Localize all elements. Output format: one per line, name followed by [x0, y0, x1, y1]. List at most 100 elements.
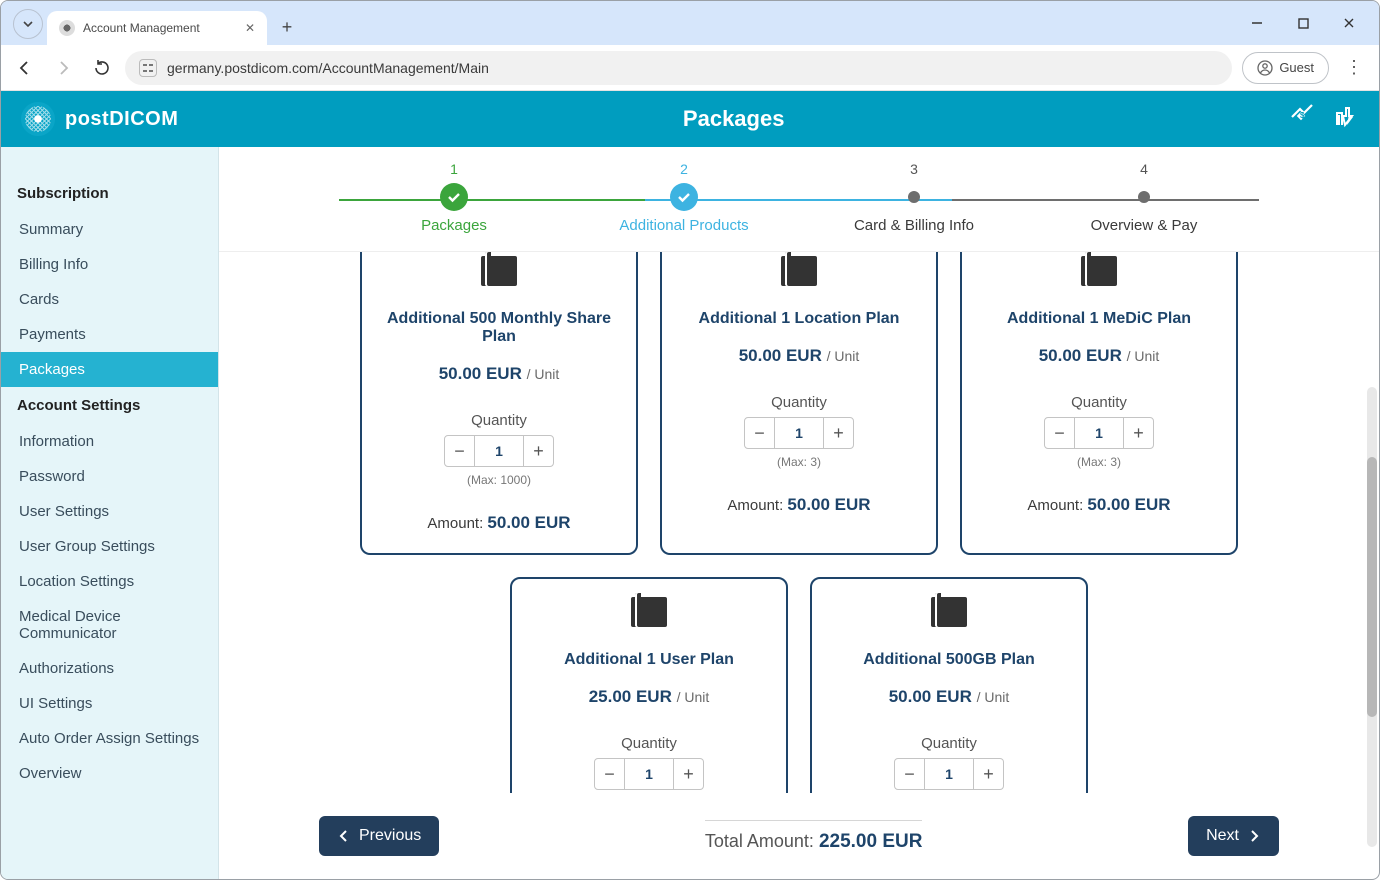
- quantity-label: Quantity: [921, 735, 977, 752]
- sidebar-item-auto-order-assign-settings[interactable]: Auto Order Assign Settings: [1, 721, 218, 756]
- sidebar-item-overview[interactable]: Overview: [1, 756, 218, 791]
- card-price: 50.00 EUR / Unit: [889, 687, 1010, 707]
- minimize-button[interactable]: [1235, 6, 1279, 40]
- back-button[interactable]: [11, 54, 39, 82]
- next-button[interactable]: Next: [1188, 816, 1279, 856]
- card-price: 50.00 EUR / Unit: [1039, 346, 1160, 366]
- quantity-label: Quantity: [1071, 394, 1127, 411]
- logout-icon[interactable]: [1333, 103, 1359, 135]
- app-header: postDICOM Packages $: [1, 91, 1379, 147]
- card-title: Additional 500GB Plan: [863, 651, 1035, 669]
- decrement-button[interactable]: −: [595, 759, 625, 789]
- increment-button[interactable]: +: [523, 436, 553, 466]
- tab-search-button[interactable]: [13, 9, 43, 39]
- next-label: Next: [1206, 827, 1239, 845]
- quantity-label: Quantity: [621, 735, 677, 752]
- brand-logo[interactable]: postDICOM: [21, 102, 178, 136]
- card-title: Additional 1 Location Plan: [699, 310, 900, 328]
- product-card: Additional 1 MeDiC Plan 50.00 EUR / Unit Q…: [960, 252, 1238, 555]
- book-icon: [931, 597, 967, 627]
- url-text: germany.postdicom.com/AccountManagement/…: [167, 60, 489, 76]
- close-tab-button[interactable]: ✕: [245, 21, 255, 35]
- browser-tab[interactable]: Account Management ✕: [47, 11, 267, 45]
- forward-button[interactable]: [49, 54, 77, 82]
- sidebar-item-summary[interactable]: Summary: [1, 212, 218, 247]
- sidebar-item-user-group-settings[interactable]: User Group Settings: [1, 529, 218, 564]
- step-number: 4: [1140, 161, 1148, 177]
- step-number: 2: [680, 161, 688, 177]
- profile-button[interactable]: Guest: [1242, 52, 1329, 84]
- sidebar-item-information[interactable]: Information: [1, 424, 218, 459]
- book-icon: [1081, 256, 1117, 286]
- increment-button[interactable]: +: [673, 759, 703, 789]
- total-amount: Total Amount: 225.00 EUR: [705, 820, 923, 853]
- card-amount: Amount: 50.00 EUR: [1027, 495, 1170, 515]
- quantity-label: Quantity: [471, 412, 527, 429]
- sidebar-item-password[interactable]: Password: [1, 459, 218, 494]
- quantity-stepper: −1+: [894, 758, 1004, 790]
- product-card: Additional 500GB Plan 50.00 EUR / Unit Qua…: [810, 577, 1088, 793]
- quantity-value: 1: [775, 418, 823, 448]
- logo-icon: [21, 102, 55, 136]
- sidebar-item-authorizations[interactable]: Authorizations: [1, 651, 218, 686]
- decrement-button[interactable]: −: [745, 418, 775, 448]
- sidebar-item-ui-settings[interactable]: UI Settings: [1, 686, 218, 721]
- sidebar-group-title: Account Settings: [1, 387, 218, 424]
- maximize-button[interactable]: [1281, 6, 1325, 40]
- increment-button[interactable]: +: [973, 759, 1003, 789]
- book-icon: [631, 597, 667, 627]
- sidebar-item-payments[interactable]: Payments: [1, 317, 218, 352]
- wizard-step-2[interactable]: 2 Additional Products: [569, 161, 799, 234]
- card-title: Additional 1 MeDiC Plan: [1007, 310, 1191, 328]
- browser-menu-button[interactable]: ⋮: [1339, 57, 1369, 78]
- sidebar-item-medical-device-communicator[interactable]: Medical Device Communicator: [1, 599, 218, 651]
- sidebar-item-user-settings[interactable]: User Settings: [1, 494, 218, 529]
- step-label: Overview & Pay: [1091, 217, 1198, 234]
- sidebar: SubscriptionSummaryBilling InfoCardsPaym…: [1, 147, 219, 879]
- quantity-stepper: −1+: [1044, 417, 1154, 449]
- wizard-step-4[interactable]: 4 Overview & Pay: [1029, 161, 1259, 234]
- content-scroll[interactable]: Additional 500 Monthly Share Plan50.00 E…: [219, 252, 1379, 793]
- increment-button[interactable]: +: [823, 418, 853, 448]
- decrement-button[interactable]: −: [895, 759, 925, 789]
- product-card: Additional 500 Monthly Share Plan50.00 E…: [360, 252, 638, 555]
- reload-button[interactable]: [87, 54, 115, 82]
- sidebar-item-packages[interactable]: Packages: [1, 352, 218, 387]
- brand-name: postDICOM: [65, 108, 178, 131]
- decrement-button[interactable]: −: [1045, 418, 1075, 448]
- quantity-stepper: −1+: [594, 758, 704, 790]
- check-icon: [670, 183, 698, 211]
- dot-icon: [908, 191, 920, 203]
- sidebar-item-location-settings[interactable]: Location Settings: [1, 564, 218, 599]
- wizard-step-3[interactable]: 3Card & Billing Info: [799, 161, 1029, 234]
- max-hint: (Max: 1000): [467, 473, 531, 487]
- dot-icon: [1138, 191, 1150, 203]
- decrement-button[interactable]: −: [445, 436, 475, 466]
- quantity-value: 1: [625, 759, 673, 789]
- svg-text:$: $: [1300, 111, 1305, 120]
- site-settings-icon[interactable]: [139, 59, 157, 77]
- quantity-value: 1: [1075, 418, 1123, 448]
- sidebar-group-title: Subscription: [1, 175, 218, 212]
- quantity-value: 1: [475, 436, 523, 466]
- wizard-step-1[interactable]: 1 Packages: [339, 161, 569, 234]
- step-number: 1: [450, 161, 458, 177]
- address-bar[interactable]: germany.postdicom.com/AccountManagement/…: [125, 51, 1232, 85]
- step-label: Additional Products: [619, 217, 748, 234]
- increment-button[interactable]: +: [1123, 418, 1153, 448]
- page-title: Packages: [178, 106, 1289, 132]
- step-label: Card & Billing Info: [854, 217, 974, 234]
- sidebar-item-cards[interactable]: Cards: [1, 282, 218, 317]
- card-amount: Amount: 50.00 EUR: [727, 495, 870, 515]
- check-icon: [440, 183, 468, 211]
- new-tab-button[interactable]: +: [273, 13, 301, 41]
- step-label: Packages: [421, 217, 487, 234]
- packages-shortcut-icon[interactable]: $: [1289, 103, 1315, 135]
- close-window-button[interactable]: [1327, 6, 1371, 40]
- sidebar-item-billing-info[interactable]: Billing Info: [1, 247, 218, 282]
- card-amount: Amount: 50.00 EUR: [427, 513, 570, 533]
- previous-button[interactable]: Previous: [319, 816, 439, 856]
- favicon-icon: [59, 20, 75, 36]
- scrollbar-thumb[interactable]: [1367, 457, 1377, 717]
- card-price: 50.00 EUR / Unit: [739, 346, 860, 366]
